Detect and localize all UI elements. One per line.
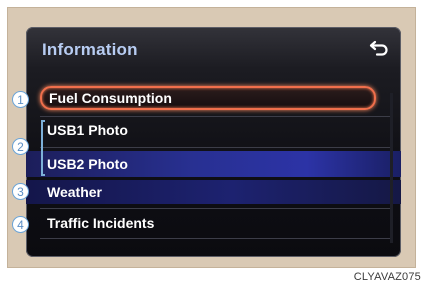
divider [40,147,392,148]
page: Information Fuel Consumption USB1 Photo … [0,0,424,290]
menu-item-usb2-photo[interactable]: USB2 Photo [26,151,401,177]
menu-item-weather[interactable]: Weather [26,180,401,204]
information-screen: Information Fuel Consumption USB1 Photo … [26,27,401,257]
divider [40,238,392,239]
menu-item-label: Traffic Incidents [47,215,155,231]
menu-item-label: Weather [47,184,102,200]
usb-group-bracket [41,120,45,176]
menu-item-traffic-incidents[interactable]: Traffic Incidents [40,211,376,235]
back-button[interactable] [367,37,391,59]
menu-item-usb1-photo[interactable]: USB1 Photo [40,118,376,142]
return-arrow-icon [369,40,388,56]
figure-caption: CLYAVAZ075 [353,271,421,283]
divider [40,116,392,117]
menu-item-fuel-consumption[interactable]: Fuel Consumption [40,86,376,110]
screen-header: Information [26,27,401,71]
scrollbar-track[interactable] [390,93,393,243]
callout-3: 3 [12,183,29,200]
divider [40,208,392,209]
callout-1: 1 [12,91,29,108]
menu-item-label: Fuel Consumption [49,90,172,106]
callout-4: 4 [12,216,29,233]
callout-2: 2 [12,138,29,155]
menu-item-label: USB2 Photo [47,156,128,172]
screen-title: Information [42,40,138,59]
menu-item-label: USB1 Photo [47,122,128,138]
